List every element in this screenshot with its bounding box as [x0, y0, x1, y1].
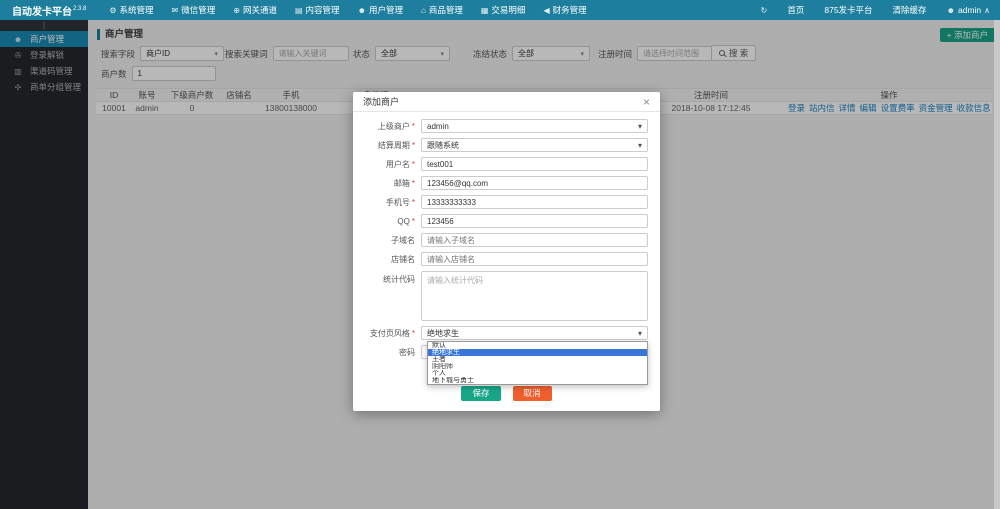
- nav-finance[interactable]: ◀ 财务管理: [534, 0, 595, 20]
- username-field[interactable]: [421, 157, 648, 171]
- gear-icon: ⚙: [109, 5, 117, 15]
- chevron-down-icon: ▾: [637, 140, 642, 150]
- nav-goods[interactable]: ⌂ 商品管理: [412, 0, 472, 20]
- settle-cycle-label: 结算周期 *: [377, 140, 415, 150]
- top-navbar: 自动发卡平台2.3.8 ⚙ 系统管理 ✉ 微信管理 ⊕ 网关通道 ▤ 内容管理 …: [0, 0, 1000, 20]
- option-dnf[interactable]: 地下城与勇士: [428, 377, 647, 384]
- clear-cache-link[interactable]: 清除缓存: [883, 0, 937, 20]
- phone-label: 手机号 *: [385, 197, 415, 207]
- nav-gateway[interactable]: ⊕ 网关通道: [224, 0, 286, 20]
- nav-system[interactable]: ⚙ 系统管理: [100, 0, 162, 20]
- user-menu[interactable]: ☻ admin ∧: [937, 0, 1000, 20]
- speaker-icon: ◀: [543, 5, 550, 15]
- add-merchant-modal: 添加商户 × 上级商户* admin ▾ 结算周期* 跟随系统 ▾ 用户名* 邮…: [353, 92, 660, 411]
- shop-name-label: 店铺名: [391, 254, 415, 264]
- users-icon: ☻: [357, 5, 366, 15]
- cancel-button[interactable]: 取消: [512, 386, 552, 401]
- chevron-down-icon: ▾: [637, 121, 642, 131]
- phone-field[interactable]: [421, 195, 648, 209]
- page-scrollbar[interactable]: [994, 20, 1000, 509]
- chat-icon: ✉: [171, 5, 179, 15]
- refresh-icon: ↻: [760, 5, 768, 15]
- chart-icon: ▦: [480, 5, 489, 15]
- username: admin: [957, 5, 982, 15]
- stats-code-field[interactable]: [421, 271, 648, 321]
- email-field[interactable]: [421, 176, 648, 190]
- option-kings[interactable]: 王者: [428, 356, 647, 363]
- option-onmyoji[interactable]: 阴阳师: [428, 363, 647, 370]
- document-icon: ▤: [294, 5, 303, 15]
- pay-style-options: 默认 绝地求生 王者 阴阳师 个人 地下城与勇士: [427, 341, 648, 385]
- password-label: 密码: [399, 347, 415, 357]
- nav-users[interactable]: ☻ 用户管理: [349, 0, 412, 20]
- pay-style-label: 支付页风格 *: [369, 328, 415, 338]
- subdomain-field[interactable]: [421, 233, 648, 247]
- caret-up-icon: ∧: [984, 5, 990, 15]
- qq-field[interactable]: [421, 214, 648, 228]
- nav-wechat[interactable]: ✉ 微信管理: [163, 0, 225, 20]
- home-link[interactable]: 首页: [777, 0, 814, 20]
- close-icon[interactable]: ×: [643, 96, 650, 108]
- app-brand: 自动发卡平台2.3.8: [12, 6, 87, 18]
- settle-cycle-select[interactable]: 跟随系统 ▾: [421, 138, 648, 152]
- subdomain-label: 子域名: [391, 235, 415, 245]
- stats-code-label: 统计代码: [383, 275, 415, 284]
- user-icon: ☻: [946, 5, 955, 15]
- nav-transactions[interactable]: ▦ 交易明细: [472, 0, 535, 20]
- qq-label: QQ *: [397, 216, 415, 226]
- option-personal[interactable]: 个人: [428, 370, 647, 377]
- parent-merchant-label: 上级商户 *: [377, 121, 415, 131]
- app-version: 2.3.8: [73, 6, 87, 13]
- store-icon: ⌂: [421, 5, 426, 15]
- gateway-icon: ⊕: [233, 5, 240, 15]
- save-button[interactable]: 保存: [461, 386, 501, 401]
- chevron-down-icon: ▾: [637, 328, 642, 338]
- option-pubg[interactable]: 绝地求生: [428, 349, 647, 356]
- option-default[interactable]: 默认: [428, 342, 647, 349]
- platform-link[interactable]: 875发卡平台: [814, 0, 882, 20]
- refresh-button[interactable]: ↻: [751, 0, 778, 20]
- pay-style-select[interactable]: 绝地求生 ▾: [421, 326, 648, 340]
- username-label: 用户名 *: [385, 159, 415, 169]
- email-label: 邮箱 *: [393, 178, 415, 188]
- modal-title: 添加商户: [363, 96, 400, 107]
- nav-content[interactable]: ▤ 内容管理: [286, 0, 349, 20]
- parent-merchant-select[interactable]: admin ▾: [421, 119, 648, 133]
- shop-name-field[interactable]: [421, 252, 648, 266]
